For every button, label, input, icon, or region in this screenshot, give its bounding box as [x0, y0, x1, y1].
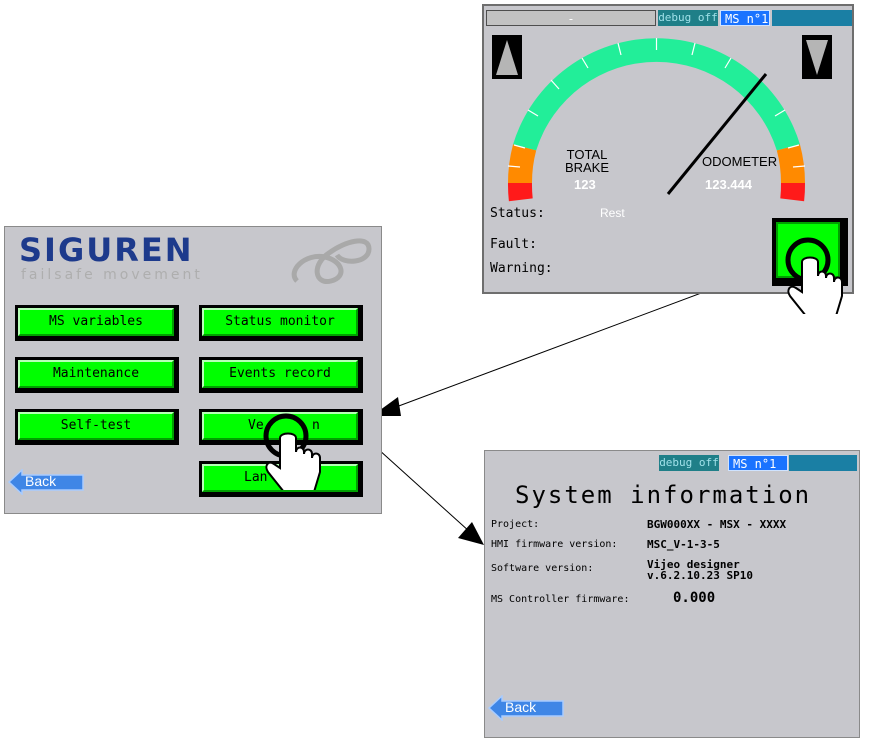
- events-record-button[interactable]: Events record: [199, 357, 363, 393]
- warning-label: Warning:: [490, 261, 553, 276]
- self-test-button[interactable]: Self-test: [15, 409, 179, 445]
- odometer-value: 123.444: [705, 177, 752, 192]
- status-monitor-button[interactable]: Status monitor: [199, 305, 363, 341]
- maintenance-button[interactable]: Maintenance: [15, 357, 179, 393]
- fault-label: Fault:: [490, 237, 537, 252]
- total-brake-value: 123: [574, 177, 596, 192]
- software-version-value: Vijeo designer v.6.2.10.23 SP10: [647, 558, 753, 582]
- system-info-screen: debug off MS n°1 System information Proj…: [484, 450, 860, 738]
- project-value: BGW000XX - MSX - XXXX: [647, 518, 787, 531]
- project-label: Project:: [491, 519, 540, 530]
- brand-tagline: failsafe movement: [21, 267, 203, 283]
- controller-firmware-value: 0.000: [673, 590, 716, 606]
- page-title: System information: [515, 481, 812, 509]
- pointer-hand-icon: [785, 237, 843, 314]
- back-button[interactable]: Back: [7, 468, 85, 496]
- brand-logo: SIGUREN: [19, 231, 194, 269]
- hmi-firmware-value: MSC_V-1-3-5: [647, 538, 720, 551]
- back-button[interactable]: Back: [487, 694, 565, 722]
- controller-firmware-label: MS Controller firmware:: [491, 594, 630, 605]
- total-brake-label: TOTAL BRAKE: [564, 147, 610, 175]
- logo-swirl-icon: [291, 238, 372, 284]
- odometer-label: ODOMETER: [702, 154, 778, 169]
- header-blue-field: [789, 455, 857, 471]
- debug-status-badge: debug off: [659, 455, 719, 471]
- software-version-label: Software version:: [491, 563, 594, 574]
- ms-variables-button[interactable]: MS variables: [15, 305, 179, 341]
- status-label: Status:: [490, 206, 545, 221]
- ms-number-badge: MS n°1: [728, 455, 788, 471]
- pointer-hand-icon: [263, 413, 321, 490]
- hmi-firmware-label: HMI firmware version:: [491, 539, 618, 550]
- gauge-needle: [666, 73, 768, 195]
- status-value: Rest: [600, 206, 625, 220]
